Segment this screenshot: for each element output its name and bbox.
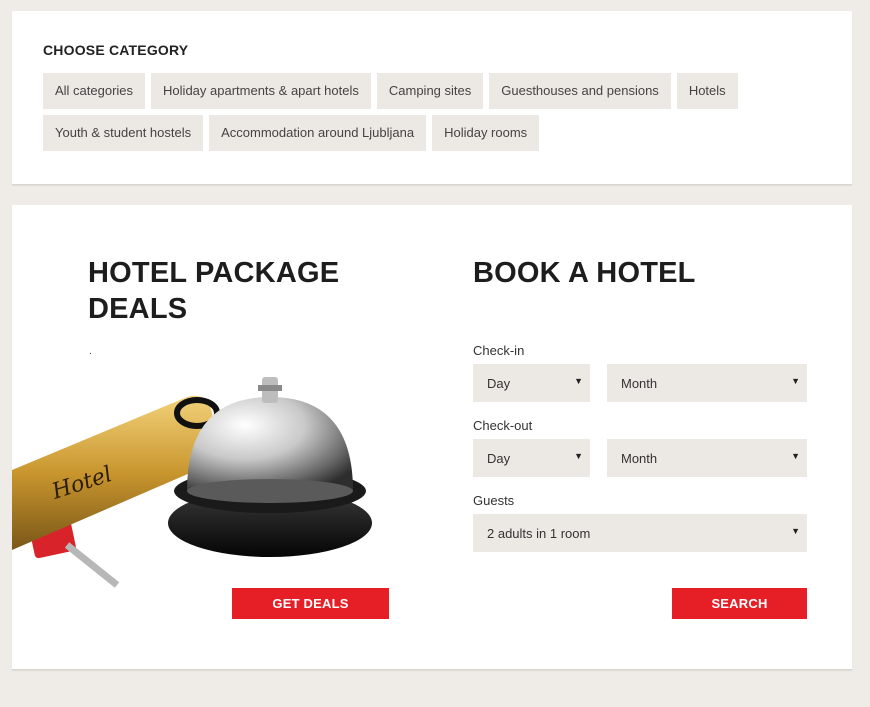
main-panel: HOTEL PACKAGE DEALS . Hotel GET DEALS BO… (12, 205, 852, 670)
deals-title: HOTEL PACKAGE DEALS (88, 257, 340, 325)
book-hotel-title: BOOK A HOTEL (473, 257, 696, 289)
caret-down-icon: ▼ (574, 376, 583, 386)
caret-down-icon: ▼ (791, 526, 800, 536)
guests-value: 2 adults in 1 room (487, 526, 591, 541)
category-camping-sites[interactable]: Camping sites (376, 73, 484, 109)
checkout-month-select[interactable]: Month ▼ (607, 439, 807, 477)
category-all[interactable]: All categories (43, 73, 146, 109)
checkout-day-value: Day (487, 451, 511, 466)
deals-note: . (89, 346, 92, 357)
checkout-label: Check-out (473, 418, 533, 433)
category-title: CHOOSE CATEGORY (43, 42, 189, 58)
checkin-month-select[interactable]: Month ▼ (607, 364, 807, 402)
category-holiday-rooms[interactable]: Holiday rooms (432, 115, 540, 151)
caret-down-icon: ▼ (791, 451, 800, 461)
category-row-1: All categories Holiday apartments & apar… (43, 73, 738, 109)
category-youth-hostels[interactable]: Youth & student hostels (43, 115, 204, 151)
category-around-ljubljana[interactable]: Accommodation around Ljubljana (209, 115, 427, 151)
guests-label: Guests (473, 493, 515, 508)
guests-select[interactable]: 2 adults in 1 room ▼ (473, 514, 807, 552)
caret-down-icon: ▼ (574, 451, 583, 461)
checkout-month-value: Month (621, 451, 658, 466)
checkin-day-select[interactable]: Day ▼ (473, 364, 590, 402)
get-deals-button[interactable]: GET DEALS (232, 588, 389, 619)
checkout-day-select[interactable]: Day ▼ (473, 439, 590, 477)
category-panel: CHOOSE CATEGORY All categories Holiday a… (12, 11, 852, 185)
category-guesthouses[interactable]: Guesthouses and pensions (489, 73, 671, 109)
caret-down-icon: ▼ (791, 376, 800, 386)
category-holiday-apartments[interactable]: Holiday apartments & apart hotels (151, 73, 371, 109)
category-hotels[interactable]: Hotels (676, 73, 738, 109)
checkin-label: Check-in (473, 343, 525, 358)
checkin-day-value: Day (487, 376, 511, 391)
hotel-bell-image: Hotel (12, 377, 372, 588)
checkin-month-value: Month (621, 376, 658, 391)
search-button[interactable]: SEARCH (672, 588, 807, 619)
category-row-2: Youth & student hostels Accommodation ar… (43, 115, 540, 151)
